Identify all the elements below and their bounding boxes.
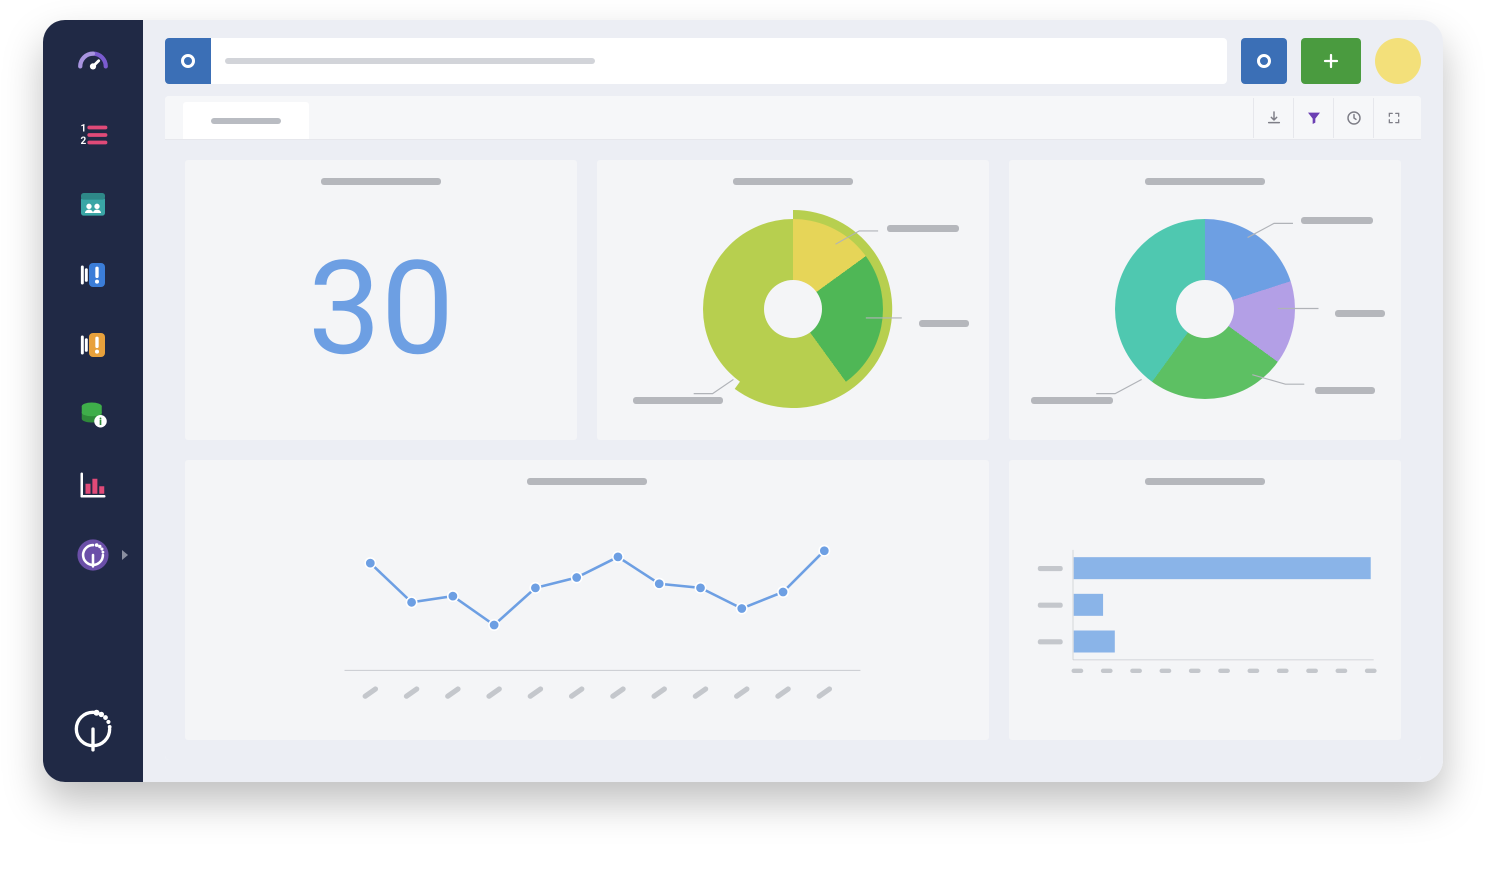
sidebar-item-app[interactable] xyxy=(72,534,114,576)
users-box-icon xyxy=(77,189,109,221)
action-button[interactable] xyxy=(1241,38,1287,84)
database-icon: i xyxy=(78,400,108,430)
main-content: 30 xyxy=(143,20,1443,782)
plus-icon xyxy=(1322,52,1340,70)
chevron-right-icon xyxy=(122,550,128,560)
fullscreen-button[interactable] xyxy=(1373,98,1413,138)
sidebar-item-alerts[interactable] xyxy=(72,254,114,296)
kpi-card: 30 xyxy=(185,160,577,440)
content-area: 30 xyxy=(143,96,1443,782)
filter-button[interactable] xyxy=(1293,98,1333,138)
app-window: 1 2 xyxy=(43,20,1443,782)
tab-active[interactable] xyxy=(183,102,309,139)
sidebar-item-warnings[interactable] xyxy=(72,324,114,366)
search-bar[interactable] xyxy=(165,38,1227,84)
gauge-icon xyxy=(76,48,110,82)
bar-card xyxy=(1009,460,1401,740)
circle-icon xyxy=(1257,54,1271,68)
alert-blue-icon xyxy=(77,259,109,291)
card-title xyxy=(733,178,853,185)
circle-icon xyxy=(181,54,195,68)
sidebar-item-users[interactable] xyxy=(72,184,114,226)
sidebar-item-storage[interactable]: i xyxy=(72,394,114,436)
download-icon xyxy=(1266,110,1282,126)
sidebar-item-dashboard[interactable] xyxy=(72,44,114,86)
sidebar-item-analytics[interactable] xyxy=(72,464,114,506)
search-input[interactable] xyxy=(225,58,595,64)
alert-orange-icon xyxy=(77,329,109,361)
svg-text:i: i xyxy=(99,417,102,428)
donut1-card xyxy=(597,160,989,440)
clock-icon xyxy=(1346,110,1362,126)
topbar xyxy=(143,20,1443,96)
svg-text:1: 1 xyxy=(81,123,87,134)
card-title xyxy=(321,178,441,185)
line-chart xyxy=(205,495,969,722)
download-button[interactable] xyxy=(1253,98,1293,138)
card-title xyxy=(1145,478,1265,485)
dashboard-grid: 30 xyxy=(165,140,1421,760)
add-button[interactable] xyxy=(1301,38,1361,84)
tabbar xyxy=(165,96,1421,140)
sidebar: 1 2 xyxy=(43,20,143,782)
content-panel: 30 xyxy=(165,96,1421,760)
bar-chart xyxy=(1029,495,1381,722)
svg-text:2: 2 xyxy=(81,136,87,147)
card-title xyxy=(527,478,647,485)
history-button[interactable] xyxy=(1333,98,1373,138)
sidebar-item-list[interactable]: 1 2 xyxy=(72,114,114,156)
filter-icon xyxy=(1306,110,1322,126)
expand-icon xyxy=(1387,111,1401,125)
card-title xyxy=(1145,178,1265,185)
search-scope-button[interactable] xyxy=(165,38,211,84)
avatar[interactable] xyxy=(1375,38,1421,84)
donut2-card xyxy=(1009,160,1401,440)
line-card xyxy=(185,460,989,740)
kpi-value: 30 xyxy=(205,195,557,422)
app-circle-icon xyxy=(76,538,110,572)
numbered-list-icon: 1 2 xyxy=(78,120,108,150)
donut2-chart xyxy=(1029,195,1381,422)
donut1-chart xyxy=(617,195,969,422)
bar-chart-icon xyxy=(78,470,108,500)
tab-label xyxy=(211,118,281,124)
app-logo xyxy=(68,704,118,754)
